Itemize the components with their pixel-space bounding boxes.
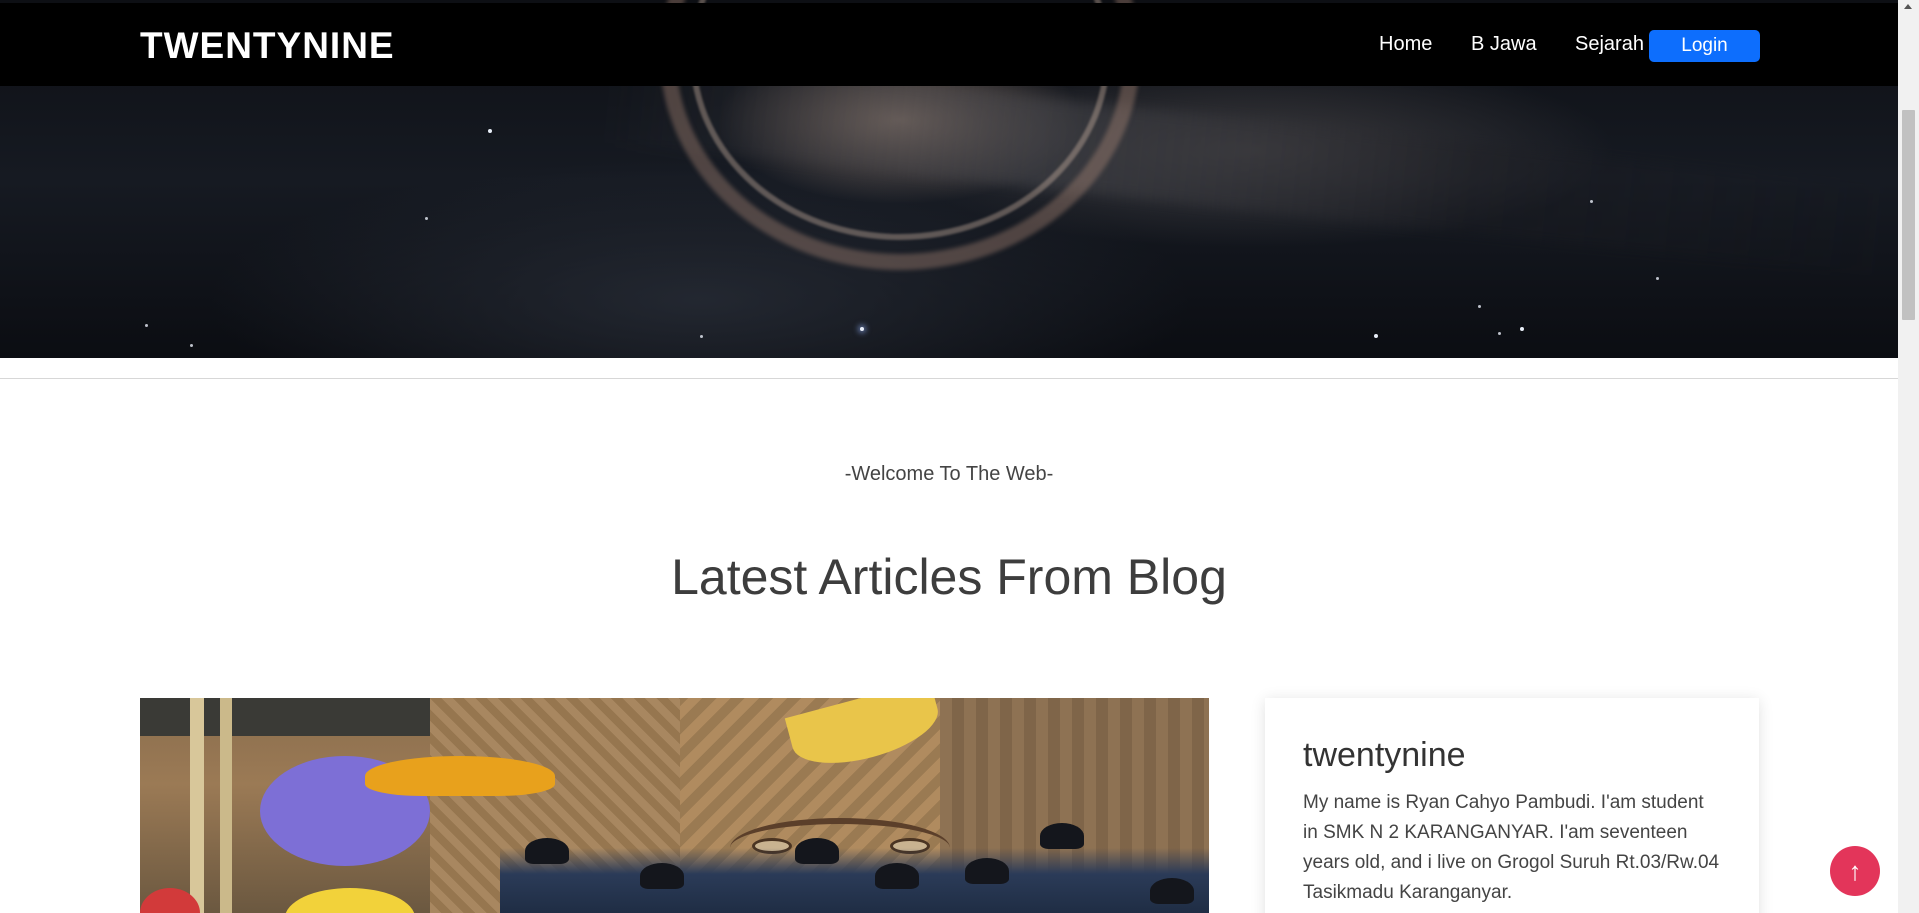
page-scrollbar[interactable] — [1898, 0, 1919, 913]
star — [1656, 277, 1659, 280]
star — [1374, 334, 1378, 338]
article-image-person — [1040, 823, 1084, 849]
article-image[interactable] — [140, 698, 1209, 913]
article-image-crowd — [500, 848, 1209, 913]
article-image-person — [795, 838, 839, 864]
article-image-umbrella — [285, 888, 415, 913]
login-button[interactable]: Login — [1649, 30, 1760, 62]
star — [1520, 327, 1524, 331]
article-image-bamboo — [220, 698, 232, 913]
section-divider — [0, 378, 1898, 379]
article-image-person — [525, 838, 569, 864]
nav-link-b-jawa[interactable]: B Jawa — [1471, 33, 1537, 56]
star — [1590, 200, 1593, 203]
scroll-thumb[interactable] — [1902, 110, 1915, 320]
welcome-text: -Welcome To The Web- — [844, 463, 1054, 485]
star — [488, 129, 492, 133]
star — [1498, 332, 1501, 335]
section-title: Latest Articles From Blog — [671, 549, 1227, 605]
star — [425, 217, 428, 220]
navbar: TWENTYNINE Home B Jawa Sejarah Login — [0, 3, 1898, 86]
star — [860, 327, 864, 331]
star — [145, 324, 148, 327]
page: TWENTYNINE Home B Jawa Sejarah Login -We… — [0, 0, 1919, 913]
arrow-up-icon: ↑ — [1848, 856, 1862, 886]
article-image-person — [1150, 878, 1194, 904]
scroll-up-arrow-icon[interactable] — [1904, 4, 1912, 9]
nav-link-sejarah[interactable]: Sejarah — [1575, 33, 1644, 56]
about-card-text: My name is Ryan Cahyo Pambudi. I'am stud… — [1303, 792, 1720, 903]
star — [1478, 305, 1481, 308]
article-image-umbrella — [365, 756, 555, 796]
article-image-person — [875, 863, 919, 889]
article-image-person — [965, 858, 1009, 884]
article-image-bamboo — [190, 698, 204, 913]
about-card: twentynine My name is Ryan Cahyo Pambudi… — [1265, 698, 1759, 913]
star — [190, 344, 193, 347]
back-to-top-button[interactable]: ↑ — [1830, 846, 1880, 896]
article-image-person — [640, 863, 684, 889]
star — [700, 335, 703, 338]
brand-logo[interactable]: TWENTYNINE — [140, 25, 395, 67]
about-card-title: twentynine — [1303, 736, 1466, 774]
nav-link-home[interactable]: Home — [1379, 33, 1432, 56]
